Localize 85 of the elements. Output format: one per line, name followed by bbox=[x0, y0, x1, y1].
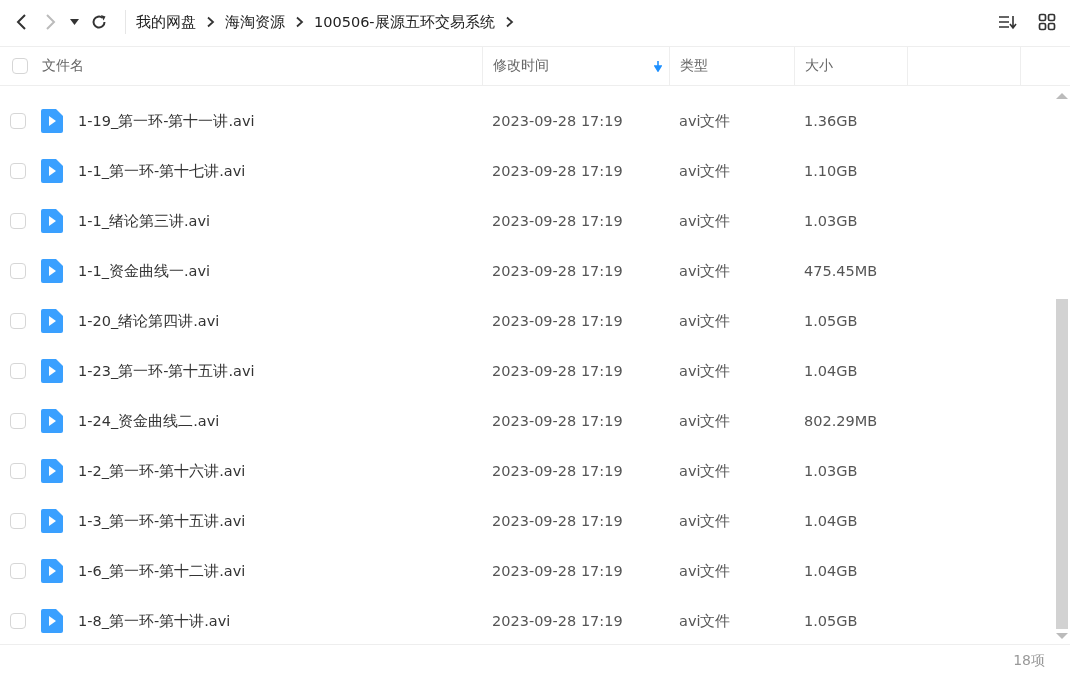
video-file-icon bbox=[41, 259, 63, 283]
video-file-icon bbox=[41, 459, 63, 483]
file-type: avi文件 bbox=[679, 112, 731, 129]
item-count: 18项 bbox=[1013, 652, 1045, 670]
video-file-icon bbox=[41, 209, 63, 233]
file-name[interactable]: 1-8_第一环-第十讲.avi bbox=[78, 611, 231, 631]
file-type: avi文件 bbox=[679, 262, 731, 279]
file-type: avi文件 bbox=[679, 412, 731, 429]
file-type: avi文件 bbox=[679, 612, 731, 629]
file-type: avi文件 bbox=[679, 312, 731, 329]
row-checkbox[interactable] bbox=[10, 463, 26, 479]
video-file-icon bbox=[41, 109, 63, 133]
file-size: 1.05GB bbox=[804, 613, 858, 629]
row-checkbox[interactable] bbox=[10, 263, 26, 279]
column-header[interactable]: 大小 bbox=[805, 57, 833, 75]
row-checkbox[interactable] bbox=[10, 213, 26, 229]
modified-time: 2023-09-28 17:19 bbox=[492, 213, 623, 229]
file-name[interactable]: 1-2_第一环-第十六讲.avi bbox=[78, 461, 246, 481]
file-type: avi文件 bbox=[679, 162, 731, 179]
file-size: 1.04GB bbox=[804, 363, 858, 379]
video-file-icon bbox=[41, 159, 63, 183]
breadcrumb-link[interactable]: 我的网盘 bbox=[136, 12, 196, 32]
chevron-icon bbox=[295, 16, 304, 28]
modified-time: 2023-09-28 17:19 bbox=[492, 513, 623, 529]
file-type: avi文件 bbox=[679, 212, 731, 229]
modified-time: 2023-09-28 17:19 bbox=[492, 613, 623, 629]
modified-time: 2023-09-28 17:19 bbox=[492, 313, 623, 329]
file-name[interactable]: 1-23_第一环-第十五讲.avi bbox=[78, 361, 255, 381]
modified-time: 2023-09-28 17:19 bbox=[492, 163, 623, 179]
column-header[interactable]: 文件名 bbox=[42, 57, 84, 75]
file-size: 802.29MB bbox=[804, 413, 878, 429]
scroll-up-arrow-icon[interactable] bbox=[1056, 92, 1068, 100]
modified-time: 2023-09-28 17:19 bbox=[492, 563, 623, 579]
file-name[interactable]: 1-6_第一环-第十二讲.avi bbox=[78, 561, 246, 581]
chevron-icon bbox=[206, 16, 215, 28]
file-size: 1.03GB bbox=[804, 213, 858, 229]
select-all-checkbox[interactable] bbox=[12, 58, 28, 74]
video-file-icon bbox=[41, 359, 63, 383]
video-file-icon bbox=[41, 609, 63, 633]
breadcrumb-link[interactable]: 100506-展源五环交易系统 bbox=[314, 12, 495, 32]
row-checkbox[interactable] bbox=[10, 513, 26, 529]
modified-time: 2023-09-28 17:19 bbox=[492, 363, 623, 379]
refresh-icon bbox=[91, 14, 107, 30]
file-size: 1.04GB bbox=[804, 563, 858, 579]
video-file-icon bbox=[41, 409, 63, 433]
row-checkbox[interactable] bbox=[10, 113, 26, 129]
modified-time: 2023-09-28 17:19 bbox=[492, 113, 623, 129]
file-name[interactable]: 1-20_绪论第四讲.avi bbox=[78, 311, 220, 331]
row-checkbox[interactable] bbox=[10, 613, 26, 629]
scroll-down-arrow-icon[interactable] bbox=[1056, 632, 1068, 640]
file-name[interactable]: 1-3_第一环-第十五讲.avi bbox=[78, 511, 246, 531]
file-size: 1.03GB bbox=[804, 463, 858, 479]
file-name[interactable]: 1-1_第一环-第十七讲.avi bbox=[78, 161, 246, 181]
video-file-icon bbox=[41, 559, 63, 583]
chevron-icon bbox=[504, 16, 514, 28]
file-name[interactable]: 1-1_绪论第三讲.avi bbox=[78, 211, 211, 231]
file-size: 1.05GB bbox=[804, 313, 858, 329]
row-checkbox[interactable] bbox=[10, 313, 26, 329]
file-type: avi文件 bbox=[679, 512, 731, 529]
file-type: avi文件 bbox=[679, 462, 731, 479]
row-checkbox[interactable] bbox=[10, 413, 26, 429]
row-checkbox[interactable] bbox=[10, 363, 26, 379]
file-size: 1.10GB bbox=[804, 163, 858, 179]
file-name[interactable]: 1-19_第一环-第十一讲.avi bbox=[78, 111, 255, 131]
column-header[interactable]: 修改时间 bbox=[493, 57, 549, 75]
file-size: 1.04GB bbox=[804, 513, 858, 529]
modified-time: 2023-09-28 17:19 bbox=[492, 413, 623, 429]
sort-icon bbox=[998, 14, 1018, 30]
row-checkbox[interactable] bbox=[10, 163, 26, 179]
grid-icon bbox=[1038, 13, 1056, 31]
modified-time: 2023-09-28 17:19 bbox=[492, 463, 623, 479]
file-type: avi文件 bbox=[679, 362, 731, 379]
modified-time: 2023-09-28 17:19 bbox=[492, 263, 623, 279]
file-name[interactable]: 1-1_资金曲线一.avi bbox=[78, 261, 211, 281]
video-file-icon bbox=[41, 509, 63, 533]
video-file-icon bbox=[41, 309, 63, 333]
file-size: 1.36GB bbox=[804, 113, 858, 129]
row-checkbox[interactable] bbox=[10, 563, 26, 579]
file-type: avi文件 bbox=[679, 562, 731, 579]
sort-arrow-icon bbox=[654, 60, 662, 72]
breadcrumb-link[interactable]: 海淘资源 bbox=[225, 12, 285, 32]
caret-icon bbox=[70, 19, 79, 25]
file-size: 475.45MB bbox=[804, 263, 878, 279]
file-name[interactable]: 1-24_资金曲线二.avi bbox=[78, 411, 220, 431]
column-header[interactable]: 类型 bbox=[680, 57, 708, 75]
